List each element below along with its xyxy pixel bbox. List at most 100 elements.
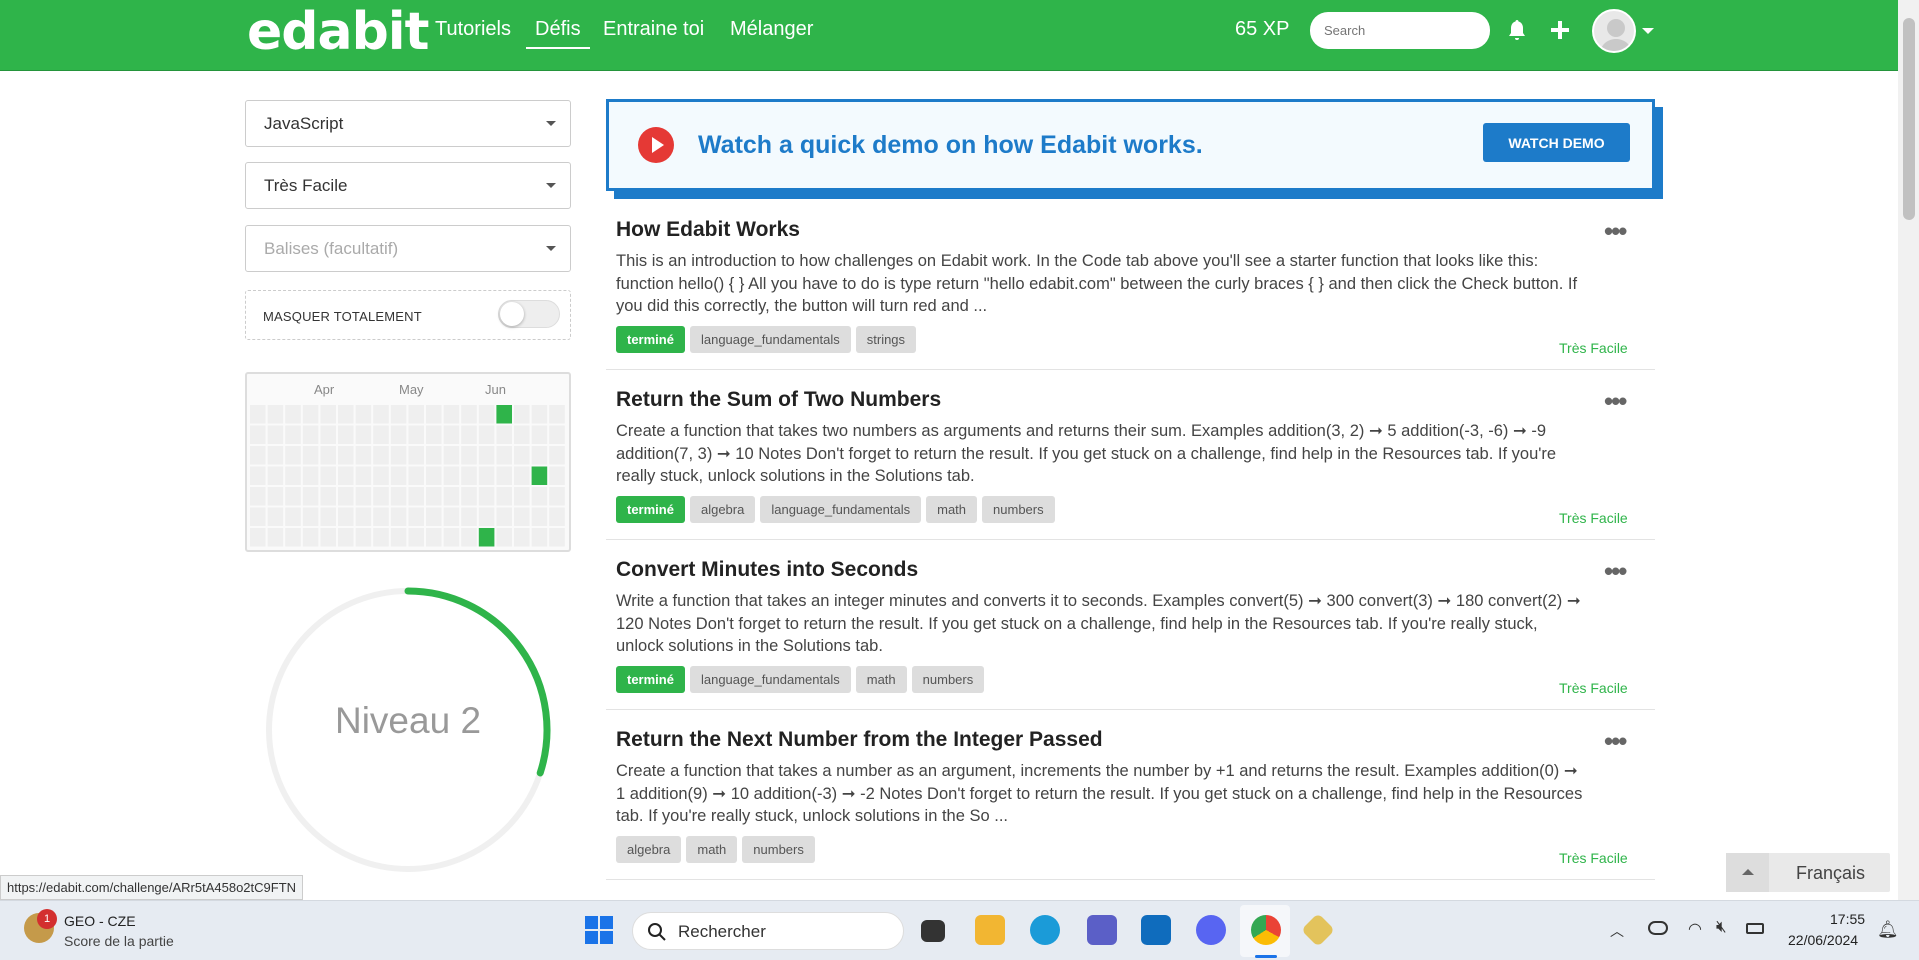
heatmap-cell: [514, 487, 530, 506]
tag-chip[interactable]: language_fundamentals: [689, 326, 851, 353]
play-icon[interactable]: [638, 127, 674, 163]
challenge-title[interactable]: Return the Next Number from the Integer …: [616, 728, 1103, 752]
heatmap-cell: [531, 507, 548, 526]
windows-start-icon[interactable]: [584, 915, 614, 945]
tag-chip[interactable]: algebra: [616, 836, 682, 863]
heatmap-month-label: Apr: [314, 382, 335, 397]
tag-list: terminé language_fundamentals strings: [616, 326, 917, 353]
nav-practice[interactable]: Entraine toi: [603, 18, 704, 41]
avatar[interactable]: [1592, 9, 1636, 53]
challenge-description: Write a function that takes an integer m…: [616, 592, 1581, 655]
heatmap-cell: [302, 446, 319, 465]
scrollbar-thumb[interactable]: [1903, 18, 1915, 220]
hide-completed-label: MASQUER TOTALEMENT: [263, 309, 422, 324]
heatmap-cell: [250, 507, 266, 526]
heatmap-cell: [461, 466, 477, 485]
tag-chip[interactable]: algebra: [689, 496, 756, 523]
challenge-title[interactable]: Convert Minutes into Seconds: [616, 558, 918, 582]
completed-badge[interactable]: terminé: [616, 666, 685, 693]
heatmap-cell: [355, 446, 372, 465]
search-input[interactable]: [1310, 12, 1490, 49]
watch-demo-button[interactable]: WATCH DEMO: [1483, 123, 1630, 162]
heatmap-cell: [373, 466, 389, 485]
hide-completed-box: MASQUER TOTALEMENT: [245, 290, 571, 340]
app-icon[interactable]: [1301, 913, 1335, 947]
teams-icon[interactable]: [1087, 915, 1117, 945]
completed-badge[interactable]: terminé: [616, 496, 685, 523]
wifi-icon[interactable]: ◠: [1688, 919, 1702, 939]
nav-tutorials[interactable]: Tutoriels: [435, 18, 511, 41]
heatmap-cell: [408, 405, 424, 424]
edabit-logo[interactable]: edabit: [247, 2, 429, 62]
tag-chip[interactable]: language_fundamentals: [760, 496, 922, 523]
more-options-icon[interactable]: •••: [1604, 386, 1627, 417]
heatmap-cell: [267, 466, 284, 485]
file-explorer-icon[interactable]: [975, 915, 1005, 945]
heatmap-cell: [250, 487, 266, 506]
heatmap-cell: [514, 425, 530, 444]
heatmap-cell: [320, 507, 336, 526]
tag-chip[interactable]: numbers: [982, 496, 1055, 523]
more-options-icon[interactable]: •••: [1604, 726, 1627, 757]
tag-chip[interactable]: numbers: [911, 666, 985, 693]
plus-icon[interactable]: [1550, 20, 1570, 45]
tag-chip[interactable]: math: [926, 496, 978, 523]
tag-chip[interactable]: math: [686, 836, 738, 863]
language-select[interactable]: JavaScript: [245, 100, 571, 147]
heatmap-cell: [355, 507, 372, 526]
edge-icon[interactable]: [1030, 915, 1060, 945]
task-view-icon[interactable]: [921, 920, 945, 942]
notification-bell-icon[interactable]: 🔔︎: [1877, 920, 1899, 940]
heatmap-cell: [461, 487, 477, 506]
mute-icon[interactable]: 🔇︎: [1716, 917, 1727, 937]
bell-icon[interactable]: [1507, 19, 1527, 46]
completed-badge[interactable]: terminé: [616, 326, 685, 353]
heatmap-cell-active: [478, 528, 495, 547]
tag-chip[interactable]: math: [855, 666, 907, 693]
tag-chip[interactable]: language_fundamentals: [689, 666, 851, 693]
chevron-up-icon[interactable]: ︿: [1610, 921, 1624, 941]
challenge-title[interactable]: Return the Sum of Two Numbers: [616, 388, 941, 412]
heatmap-cell: [408, 528, 424, 547]
heatmap-cell: [373, 528, 389, 547]
clock-date[interactable]: 22/06/2024: [1788, 932, 1858, 948]
toggle-knob: [500, 302, 524, 326]
challenge-card[interactable]: Convert Minutes into Seconds ••• Write a f…: [606, 540, 1655, 710]
more-options-icon[interactable]: •••: [1604, 216, 1627, 247]
discord-icon[interactable]: [1196, 915, 1226, 945]
challenge-card[interactable]: How Edabit Works ••• This is an introducti…: [606, 200, 1655, 370]
difficulty-select[interactable]: Très Facile: [245, 162, 571, 209]
language-switch[interactable]: Français: [1726, 853, 1890, 892]
widget-title[interactable]: GEO - CZE: [64, 913, 136, 929]
challenge-title[interactable]: How Edabit Works: [616, 218, 800, 242]
heatmap-cell: [302, 507, 319, 526]
nav-challenges[interactable]: Défis: [526, 18, 590, 49]
challenge-card[interactable]: Return the Next Number from the Integer …: [606, 710, 1655, 880]
battery-icon[interactable]: [1746, 923, 1764, 934]
chrome-icon[interactable]: [1251, 915, 1281, 945]
demo-banner: Watch a quick demo on how Edabit works. …: [606, 99, 1655, 191]
nav-shuffle[interactable]: Mélanger: [730, 18, 813, 41]
heatmap-cell: [461, 405, 477, 424]
heatmap-grid: [250, 405, 565, 547]
challenge-card[interactable]: Return the Sum of Two Numbers ••• Create a…: [606, 370, 1655, 540]
tag-chip[interactable]: numbers: [742, 836, 815, 863]
taskbar-search[interactable]: Rechercher: [632, 912, 904, 950]
heatmap-cell: [408, 507, 424, 526]
more-options-icon[interactable]: •••: [1604, 556, 1627, 587]
store-icon[interactable]: [1141, 915, 1171, 945]
chevron-up-icon[interactable]: [1726, 853, 1769, 892]
tags-select[interactable]: Balises (facultatif): [245, 225, 571, 272]
heatmap-cell-active: [496, 405, 512, 424]
hide-completed-toggle[interactable]: [498, 300, 560, 328]
heatmap-cell: [478, 405, 495, 424]
tag-chip[interactable]: strings: [855, 326, 917, 353]
tag-list: terminé language_fundamentals math numbers: [616, 666, 985, 693]
difficulty-value: Très Facile: [264, 176, 348, 195]
heatmap-cell: [443, 466, 460, 485]
cloud-icon[interactable]: [1648, 921, 1668, 935]
heatmap-cell: [285, 466, 301, 485]
heatmap-cell: [267, 405, 284, 424]
clock-time[interactable]: 17:55: [1830, 911, 1865, 927]
chevron-down-icon[interactable]: [1642, 28, 1654, 34]
